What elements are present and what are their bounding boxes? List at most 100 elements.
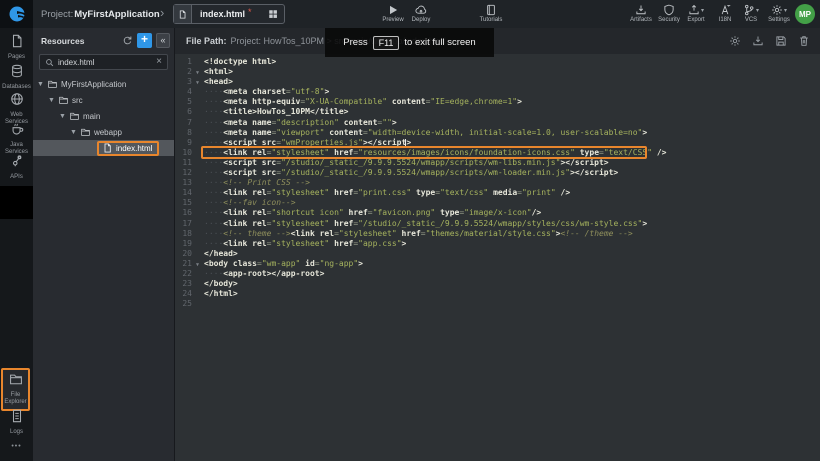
code-line-25[interactable] [204,299,820,309]
settings-button[interactable]: ▾Settings [766,3,792,23]
refresh-icon[interactable] [122,35,133,46]
code-line-13[interactable]: ····<!-- Print CSS --> [204,178,820,188]
project-label: Project: [41,9,73,20]
line-number: 9 [175,138,197,148]
deploy-button[interactable]: Deploy [408,3,434,23]
sidebar-more-button[interactable]: ••• [0,443,33,450]
code-line-14[interactable]: ····<link rel="stylesheet" href="print.c… [204,188,820,198]
sidebar-item-java-services[interactable]: Java Services [0,122,33,156]
caret-down-icon[interactable]: ▼ [37,81,44,88]
search-input[interactable] [58,58,152,67]
tree-item-webapp[interactable]: ▼webapp [33,124,174,140]
page-icon [10,34,24,53]
tree-item-label: MyFirstApplication [61,80,126,89]
code-line-10[interactable]: ····<link rel="stylesheet" href="resourc… [204,148,820,158]
collapse-panel-button[interactable]: « [156,33,170,48]
code-line-9[interactable]: ····<script src="wmProperties.js"></scri… [204,138,820,148]
sidebar-item-databases[interactable]: Databases [0,64,33,91]
line-number: 12 [175,168,197,178]
code-line-2[interactable]: <html> [204,67,820,77]
code-line-3[interactable]: <head> [204,77,820,87]
sidebar-item-label: Databases [2,84,31,91]
code-line-24[interactable]: </html> [204,289,820,299]
tree-item-src[interactable]: ▼src [33,92,174,108]
code-line-20[interactable]: </head> [204,249,820,259]
tab-file-name: index.html [192,9,248,19]
download-file-button[interactable] [752,35,764,47]
sidebar-item-label: File Explorer [3,392,28,406]
vcs-button[interactable]: ▾VCS [738,3,764,23]
save-icon [775,35,787,47]
code-line-4[interactable]: ····<meta charset="utf-8"> [204,87,820,97]
editor-settings-button[interactable] [729,35,741,47]
ide-window: Project:MyFirstApplication › index.html … [0,0,820,461]
project-breadcrumb: Project:MyFirstApplication [41,0,160,28]
unsaved-changes-marker: * [248,7,252,17]
action-label: Artifacts [630,17,652,23]
redacted-block [0,186,33,219]
caret-down-icon[interactable]: ▼ [70,129,77,136]
line-number: 21▼ [175,259,197,269]
artifacts-button[interactable]: Artifacts [628,3,654,23]
code-line-18[interactable]: ····<!-- theme --><link rel="stylesheet"… [204,229,820,239]
sidebar-item-logs[interactable]: Logs [0,409,33,436]
search-icon [45,58,54,67]
sidebar-item-pages[interactable]: Pages [0,34,33,61]
trash-icon [798,35,810,47]
tab-index-html[interactable]: index.html * [173,4,285,24]
code-line-11[interactable]: ····<script src="/studio/_static_/9.9.9.… [204,158,820,168]
code-line-17[interactable]: ····<link rel="stylesheet" href="/studio… [204,219,820,229]
clear-search-icon[interactable]: × [156,57,162,67]
file-path-label: File Path: [186,36,227,46]
code-line-21[interactable]: <body class="wm-app" id="ng-app"> [204,259,820,269]
code-line-12[interactable]: ····<script src="/studio/_static_/9.9.9.… [204,168,820,178]
action-label: Export [687,17,704,23]
sidebar-item-file-explorer[interactable]: File Explorer [1,368,30,411]
code-line-22[interactable]: ····<app-root></app-root> [204,269,820,279]
tutorials-button[interactable]: Tutorials [478,3,504,23]
folder-icon [80,127,94,137]
preview-button[interactable]: Preview [380,3,406,23]
folder-icon [58,95,72,105]
i18n-button[interactable]: I18N [712,3,738,23]
action-label: Security [658,17,680,23]
sidebar-item-apis[interactable]: APIs [0,154,33,181]
caret-down-icon[interactable]: ▼ [48,97,55,104]
folder-icon [47,79,61,89]
chevron-down-icon: ▾ [756,7,759,14]
line-number: 6 [175,107,197,117]
f11-key-badge: F11 [373,36,400,50]
code-line-19[interactable]: ····<link rel="stylesheet" href="app.css… [204,239,820,249]
sidebar-item-web-services[interactable]: Web Services [0,92,33,126]
resources-panel: Resources + « × ▼MyFirstApplication▼src▼… [33,28,175,461]
tree-item-main[interactable]: ▼main [33,108,174,124]
code-editor[interactable]: 12▼3▼456789101112131415161718192021▼2223… [175,54,820,309]
action-label: Deploy [412,17,431,23]
code-line-7[interactable]: ····<meta name="description" content=""> [204,118,820,128]
action-label: Settings [768,17,790,23]
tab-grid-icon[interactable] [262,5,284,23]
user-avatar[interactable]: MP [795,4,815,24]
line-number: 2▼ [175,67,197,77]
globe-icon [10,92,24,111]
code-line-1[interactable]: <!doctype html> [204,57,820,67]
caret-down-icon[interactable]: ▼ [59,113,66,120]
code-line-8[interactable]: ····<meta name="viewport" content="width… [204,128,820,138]
line-number: 24 [175,289,197,299]
delete-file-button[interactable] [798,35,810,47]
database-icon [10,64,24,83]
code-line-16[interactable]: ····<link rel="shortcut icon" href="favi… [204,208,820,218]
code-line-6[interactable]: ····<title>HowTos_10PM</title> [204,107,820,117]
tree-item-myfirstapplication[interactable]: ▼ MyFirstApplication [33,76,174,92]
tree-item-index-html[interactable]: index.html [33,140,174,156]
add-resource-button[interactable]: + [137,33,152,48]
file-icon [174,5,192,23]
save-file-button[interactable] [775,35,787,47]
code-line-15[interactable]: ····<!--fav icon--> [204,198,820,208]
security-button[interactable]: Security [656,3,682,23]
code-line-23[interactable]: </body> [204,279,820,289]
wavemaker-logo[interactable] [0,0,33,28]
export-button[interactable]: ▾Export [683,3,709,23]
code-line-5[interactable]: ····<meta http-equiv="X-UA-Compatible" c… [204,97,820,107]
left-sidebar: Pages DatabasesWeb ServicesJava ServicesA… [0,28,33,461]
